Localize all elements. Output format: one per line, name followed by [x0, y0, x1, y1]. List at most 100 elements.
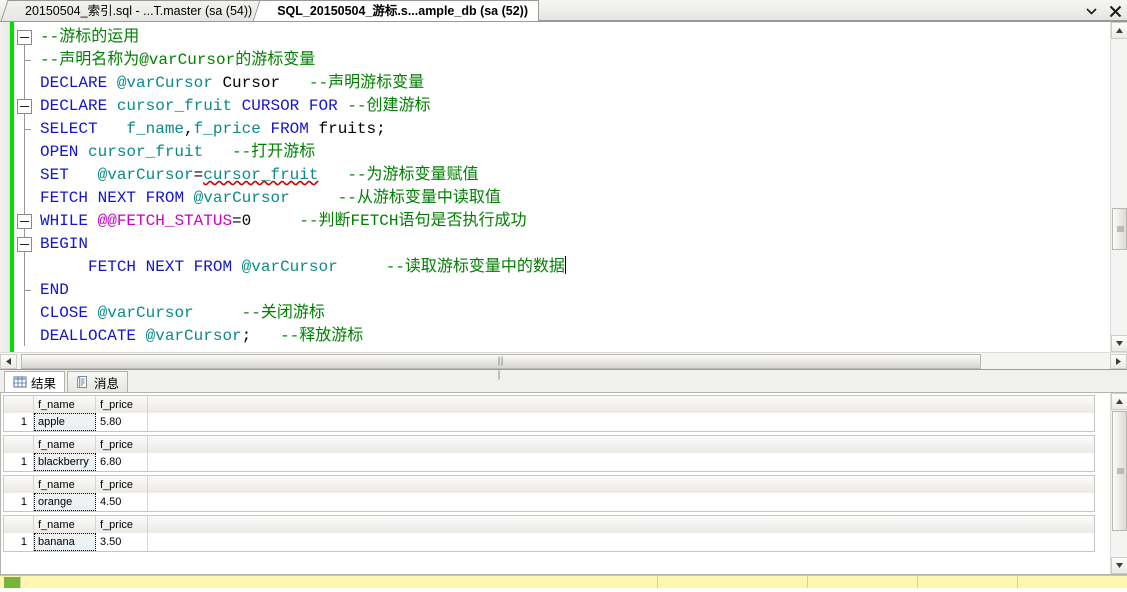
outlining-collapse-box[interactable]	[17, 99, 32, 114]
code-token	[88, 304, 98, 322]
code-token	[194, 304, 242, 322]
code-token: --创建游标	[347, 97, 430, 115]
document-tab-indexes[interactable]: 20150504_索引.sql - ...T.master (sa (54))	[10, 0, 263, 21]
editor-vscroll-thumb[interactable]	[1112, 208, 1127, 250]
grid-corner-cell[interactable]	[4, 516, 34, 533]
editor-vertical-scrollbar[interactable]	[1110, 22, 1127, 352]
code-token: FOR	[309, 97, 338, 115]
code-line[interactable]: DECLARE @varCursor Cursor --声明游标变量	[40, 72, 1110, 95]
grid-cell-f-price[interactable]: 3.50	[96, 533, 148, 551]
scroll-left-arrow-icon[interactable]	[0, 354, 17, 369]
editor-hscroll-track[interactable]	[17, 354, 1110, 369]
code-line[interactable]: BEGIN	[40, 233, 1110, 256]
scroll-right-arrow-icon[interactable]	[1110, 354, 1127, 369]
grid-cell-f-price[interactable]: 5.80	[96, 413, 148, 431]
chevron-down-icon[interactable]	[1084, 3, 1099, 19]
outlining-end-tick	[24, 290, 31, 291]
grid-column-header[interactable]: f_price	[96, 476, 148, 493]
grid-cell-f-name[interactable]: orange	[34, 493, 96, 511]
code-token: FROM	[194, 258, 232, 276]
code-line[interactable]: SET @varCursor=cursor_fruit --为游标变量赋值	[40, 164, 1110, 187]
code-token: NEXT	[98, 189, 136, 207]
code-line[interactable]: FETCH NEXT FROM @varCursor --从游标变量中读取值	[40, 187, 1110, 210]
code-line[interactable]: CLOSE @varCursor --关闭游标	[40, 302, 1110, 325]
grid-column-header[interactable]: f_name	[34, 516, 96, 533]
code-token: FROM	[270, 120, 308, 138]
code-line[interactable]: SELECT f_name,f_price FROM fruits;	[40, 118, 1110, 141]
grid-cell-f-name[interactable]: blackberry	[34, 453, 96, 471]
editor-hscroll-thumb[interactable]	[21, 354, 981, 369]
code-token	[69, 166, 98, 184]
results-vscroll-thumb[interactable]	[1112, 411, 1127, 531]
grid-row-number[interactable]: 1	[4, 413, 34, 431]
editor-code-text[interactable]: --游标的运用--声明名称为@varCursor的游标变量DECLARE @va…	[36, 22, 1110, 352]
code-line[interactable]: WHILE @@FETCH_STATUS=0 --判断FETCH语句是否执行成功	[40, 210, 1110, 233]
grid-data-row[interactable]: 1orange4.50	[4, 493, 1094, 511]
scroll-up-arrow-icon[interactable]	[1111, 393, 1127, 410]
code-token: ;	[376, 120, 386, 138]
grid-cell-f-name[interactable]: apple	[34, 413, 96, 431]
grid-column-header[interactable]: f_name	[34, 396, 96, 413]
outlining-collapse-box[interactable]	[17, 30, 32, 45]
document-tab-cursor[interactable]: SQL_20150504_游标.s...ample_db (sa (52))	[262, 0, 539, 21]
grid-column-header[interactable]: f_price	[96, 516, 148, 533]
code-line[interactable]: FETCH NEXT FROM @varCursor --读取游标变量中的数据	[40, 256, 1110, 279]
code-token: --游标的运用	[40, 28, 139, 46]
code-token: --为游标变量赋值	[347, 166, 478, 184]
sql-editor[interactable]: --游标的运用--声明名称为@varCursor的游标变量DECLARE @va…	[0, 22, 1127, 352]
grid-column-header[interactable]: f_name	[34, 476, 96, 493]
editor-outlining-column[interactable]	[14, 22, 36, 352]
code-token: --声明游标变量	[309, 74, 424, 92]
code-token	[40, 258, 88, 276]
scroll-down-arrow-icon[interactable]	[1111, 335, 1127, 352]
grid-column-header[interactable]: f_name	[34, 436, 96, 453]
scroll-down-arrow-icon[interactable]	[1111, 557, 1127, 574]
grid-data-row[interactable]: 1banana3.50	[4, 533, 1094, 551]
grid-header-row: f_namef_price	[4, 396, 1094, 413]
tab-results[interactable]: 结果	[4, 371, 65, 392]
grid-data-row[interactable]: 1blackberry6.80	[4, 453, 1094, 471]
code-line[interactable]: --游标的运用	[40, 26, 1110, 49]
code-token	[290, 189, 338, 207]
results-vertical-scrollbar[interactable]	[1110, 393, 1127, 574]
outlining-collapse-box[interactable]	[17, 214, 32, 229]
grid-data-row[interactable]: 1apple5.80	[4, 413, 1094, 431]
grid-row-number[interactable]: 1	[4, 453, 34, 471]
scroll-thumb-grip-icon	[1117, 468, 1124, 475]
grid-corner-cell[interactable]	[4, 396, 34, 413]
result-grid[interactable]: f_namef_price1apple5.80	[3, 395, 1095, 432]
code-token: CURSOR	[242, 97, 300, 115]
grid-cell-f-price[interactable]: 4.50	[96, 493, 148, 511]
scroll-up-arrow-icon[interactable]	[1111, 22, 1127, 39]
code-line[interactable]: END	[40, 279, 1110, 302]
code-line[interactable]: DECLARE cursor_fruit CURSOR FOR --创建游标	[40, 95, 1110, 118]
code-token: @varCursor	[98, 166, 194, 184]
code-token	[338, 97, 348, 115]
code-token: cursor_fruit	[203, 166, 318, 184]
code-token	[88, 212, 98, 230]
result-grid[interactable]: f_namef_price1banana3.50	[3, 515, 1095, 552]
grid-column-header[interactable]: f_price	[96, 436, 148, 453]
grid-column-header[interactable]: f_price	[96, 396, 148, 413]
close-icon[interactable]	[1108, 3, 1123, 19]
results-grid-scroll-region[interactable]: f_namef_price1apple5.80f_namef_price1bla…	[1, 393, 1110, 574]
grid-row-number[interactable]: 1	[4, 493, 34, 511]
grid-corner-cell[interactable]	[4, 476, 34, 493]
result-grid[interactable]: f_namef_price1orange4.50	[3, 475, 1095, 512]
result-grid[interactable]: f_namef_price1blackberry6.80	[3, 435, 1095, 472]
grid-corner-cell[interactable]	[4, 436, 34, 453]
code-token: @varCursor	[242, 258, 338, 276]
grid-row-number[interactable]: 1	[4, 533, 34, 551]
tab-messages[interactable]: 消息	[67, 371, 128, 392]
outlining-collapse-box[interactable]	[17, 237, 32, 252]
code-token: cursor_fruit	[88, 143, 203, 161]
grid-cell-f-price[interactable]: 6.80	[96, 453, 148, 471]
grid-cell-f-name[interactable]: banana	[34, 533, 96, 551]
code-line[interactable]: OPEN cursor_fruit --打开游标	[40, 141, 1110, 164]
results-pane: 结果 消息 f_namef_price1apple5.80f_namef_pri…	[0, 369, 1127, 575]
code-line[interactable]: DEALLOCATE @varCursor; --释放游标	[40, 325, 1110, 348]
code-token: DECLARE	[40, 97, 107, 115]
code-line[interactable]: --声明名称为@varCursor的游标变量	[40, 49, 1110, 72]
code-token: OPEN	[40, 143, 78, 161]
editor-horizontal-scrollbar[interactable]	[0, 352, 1127, 369]
